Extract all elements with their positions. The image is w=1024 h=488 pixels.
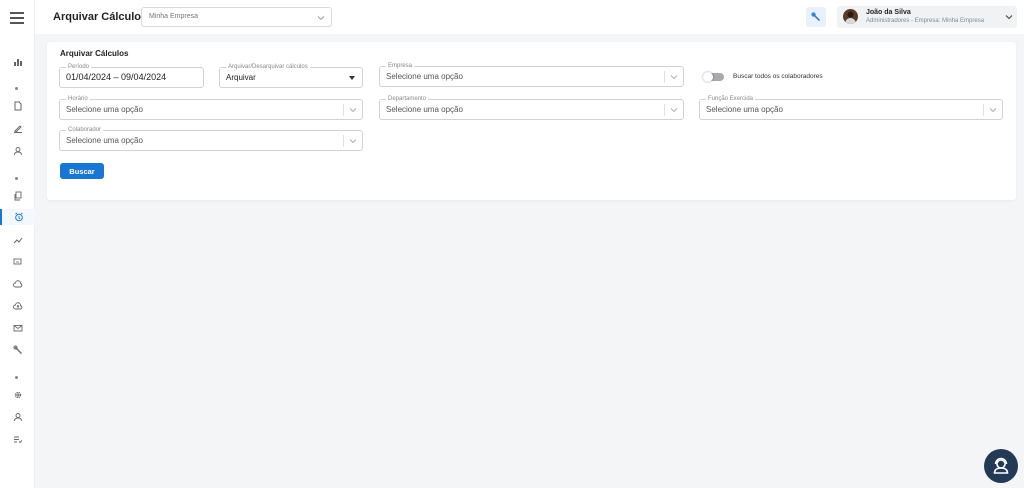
top-bar: Arquivar Cálculos Minha Empresa João da … xyxy=(35,0,1024,34)
company-select-value: Minha Empresa xyxy=(149,13,199,20)
support-agent-icon xyxy=(993,457,1009,474)
user-menu[interactable]: João da Silva Administradores - Empresa:… xyxy=(837,6,1017,28)
user-name: João da Silva xyxy=(866,9,911,16)
chat-icon[interactable] xyxy=(0,254,35,270)
chevron-down-icon xyxy=(349,108,357,113)
caret-down-icon xyxy=(349,76,355,80)
avatar xyxy=(843,9,858,24)
chart-icon[interactable] xyxy=(0,54,35,70)
chevron-down-icon xyxy=(670,108,678,113)
select-separator xyxy=(664,104,665,116)
mail-icon[interactable] xyxy=(0,320,35,336)
arquivar-value: Arquivar xyxy=(226,73,256,82)
wrench-icon xyxy=(811,12,821,22)
alarm-icon[interactable] xyxy=(0,209,35,225)
select-separator xyxy=(343,104,344,116)
tools-button[interactable] xyxy=(806,7,826,27)
menu-icon[interactable] xyxy=(10,12,24,24)
copy-icon[interactable] xyxy=(0,188,35,204)
departamento-placeholder: Selecione uma opção xyxy=(386,105,463,114)
gear-icon[interactable] xyxy=(0,387,35,403)
funcao-placeholder: Selecione uma opção xyxy=(706,105,783,114)
user-icon[interactable] xyxy=(0,143,35,159)
page-title: Arquivar Cálculos xyxy=(53,11,148,23)
section-dot xyxy=(15,87,18,90)
section-dot xyxy=(15,376,18,379)
company-select[interactable]: Minha Empresa xyxy=(141,7,332,27)
chevron-down-icon xyxy=(1005,15,1013,20)
departamento-label: Departamento xyxy=(386,95,429,103)
user-role: Administradores - Empresa: Minha Empresa xyxy=(866,18,985,24)
buscar-todos-toggle[interactable] xyxy=(703,72,724,82)
select-separator xyxy=(983,104,984,116)
buscar-todos-label: Buscar todos os colaboradores xyxy=(733,73,823,80)
horario-select[interactable]: Horário Selecione uma opção xyxy=(59,95,363,120)
document-icon[interactable] xyxy=(0,98,35,114)
colaborador-label: Colaborador xyxy=(66,126,104,134)
checklist-icon[interactable] xyxy=(0,431,35,447)
arquivar-select[interactable]: Arquivar/Desarquivar cálculos Arquivar xyxy=(219,63,363,88)
support-button[interactable] xyxy=(984,449,1018,483)
horario-label: Horário xyxy=(66,95,90,103)
section-dot xyxy=(15,177,18,180)
chevron-down-icon xyxy=(317,16,325,21)
arquivar-label: Arquivar/Desarquivar cálculos xyxy=(226,63,310,71)
sidebar xyxy=(0,0,35,488)
cloud-icon[interactable] xyxy=(0,276,35,292)
select-separator xyxy=(343,135,344,147)
periodo-label: Período xyxy=(66,63,92,71)
pen-icon[interactable] xyxy=(0,120,35,136)
departamento-select[interactable]: Departamento Selecione uma opção xyxy=(379,95,684,120)
funcao-select[interactable]: Função Exercida Selecione uma opção xyxy=(699,95,1003,120)
cloud-upload-icon[interactable] xyxy=(0,298,35,314)
empresa-label: Empresa xyxy=(386,62,415,70)
periodo-value: 01/04/2024 – 09/04/2024 xyxy=(66,72,167,82)
colaborador-select[interactable]: Colaborador Selecione uma opção xyxy=(59,126,363,151)
buscar-button[interactable]: Buscar xyxy=(60,163,104,179)
chevron-down-icon xyxy=(989,108,997,113)
funcao-label: Função Exercida xyxy=(706,95,756,103)
chevron-down-icon xyxy=(670,75,678,80)
empresa-select[interactable]: Empresa Selecione uma opção xyxy=(379,62,684,87)
colaborador-placeholder: Selecione uma opção xyxy=(66,136,143,145)
chevron-down-icon xyxy=(349,139,357,144)
horario-placeholder: Selecione uma opção xyxy=(66,105,143,114)
person-icon[interactable] xyxy=(0,409,35,425)
periodo-field[interactable]: Período 01/04/2024 – 09/04/2024 xyxy=(59,63,204,88)
select-separator xyxy=(664,71,665,83)
toggle-knob xyxy=(703,72,713,82)
trend-icon[interactable] xyxy=(0,232,35,248)
card-title: Arquivar Cálculos xyxy=(60,49,129,58)
wrench-icon[interactable] xyxy=(0,342,35,358)
empresa-placeholder: Selecione uma opção xyxy=(386,72,463,81)
